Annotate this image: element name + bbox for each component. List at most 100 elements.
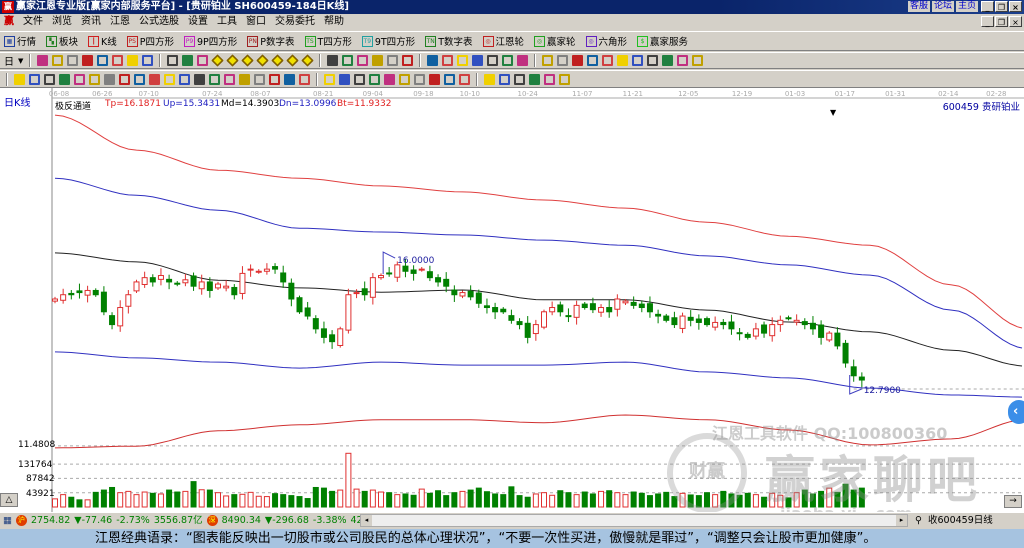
forum-link[interactable]: 论坛 bbox=[931, 1, 954, 12]
drawing-tool-icon[interactable] bbox=[29, 73, 40, 85]
drawing-tool-icon[interactable] bbox=[387, 55, 399, 66]
drawing-tool-icon[interactable] bbox=[59, 73, 70, 85]
drawing-tool-icon[interactable] bbox=[484, 73, 495, 85]
drawing-tool-icon[interactable] bbox=[517, 55, 529, 66]
horizontal-scrollbar[interactable]: ◂ ▸ bbox=[360, 514, 908, 527]
collapse-sidebar-button[interactable]: ‹ bbox=[1008, 400, 1024, 424]
drawing-tool-icon[interactable] bbox=[457, 55, 469, 66]
menu-help[interactable]: 帮助 bbox=[324, 14, 344, 30]
drawing-tool-icon[interactable] bbox=[149, 73, 160, 85]
menu-tools[interactable]: 工具 bbox=[217, 14, 237, 30]
menu-window[interactable]: 窗口 bbox=[246, 14, 266, 30]
drawing-tool-icon[interactable] bbox=[44, 73, 55, 85]
customer-service-link[interactable]: 客服 bbox=[907, 1, 930, 12]
drawing-tool-icon[interactable] bbox=[442, 55, 454, 66]
close-button[interactable]: × bbox=[1009, 1, 1022, 12]
drawing-tool-icon[interactable] bbox=[74, 73, 85, 85]
drawing-tool-icon[interactable] bbox=[194, 73, 205, 85]
drawing-tool-icon[interactable] bbox=[557, 55, 569, 66]
chevron-down-icon[interactable]: ▼ bbox=[18, 57, 23, 65]
scroll-left-icon[interactable]: ◂ bbox=[361, 515, 372, 526]
drawing-tool-icon[interactable] bbox=[179, 73, 190, 85]
drawing-tool-icon[interactable] bbox=[542, 55, 554, 66]
child-restore-button[interactable]: ❐ bbox=[995, 16, 1008, 27]
drawing-tool-icon[interactable] bbox=[324, 73, 335, 85]
drawing-tool-icon[interactable] bbox=[647, 55, 659, 66]
drawing-tool-icon[interactable] bbox=[112, 55, 124, 66]
drawing-tool-icon[interactable] bbox=[487, 55, 499, 66]
toolbar-button-0[interactable]: ▦ 行情 bbox=[4, 34, 36, 48]
drawing-tool-icon[interactable] bbox=[459, 73, 470, 85]
drawing-tool-icon[interactable] bbox=[472, 55, 484, 66]
child-minimize-button[interactable]: _ bbox=[981, 16, 994, 27]
drawing-tool-icon[interactable] bbox=[617, 55, 629, 66]
menu-info[interactable]: 资讯 bbox=[81, 14, 101, 30]
drawing-tool-icon[interactable] bbox=[197, 55, 209, 66]
drawing-tool-icon[interactable] bbox=[384, 73, 395, 85]
menu-browse[interactable]: 浏览 bbox=[52, 14, 72, 30]
drawing-tool-icon[interactable] bbox=[301, 54, 315, 67]
drawing-tool-icon[interactable] bbox=[239, 73, 250, 85]
drawing-tool-icon[interactable] bbox=[241, 54, 255, 67]
drawing-tool-icon[interactable] bbox=[544, 73, 555, 85]
menu-formula[interactable]: 公式选股 bbox=[139, 14, 179, 30]
drawing-tool-icon[interactable] bbox=[284, 73, 295, 85]
drawing-tool-icon[interactable] bbox=[82, 55, 94, 66]
drawing-tool-icon[interactable] bbox=[354, 73, 365, 85]
drawing-tool-icon[interactable] bbox=[502, 55, 514, 66]
drawing-tool-icon[interactable] bbox=[97, 55, 109, 66]
drawing-tool-icon[interactable] bbox=[37, 55, 49, 66]
period-selector[interactable]: 日 bbox=[4, 53, 14, 68]
toolbar-button-8[interactable]: TN T数字表 bbox=[425, 34, 473, 48]
arrow-right-button[interactable]: → bbox=[1004, 495, 1022, 508]
drawing-tool-icon[interactable] bbox=[444, 73, 455, 85]
drawing-tool-icon[interactable] bbox=[224, 73, 235, 85]
drawing-tool-icon[interactable] bbox=[572, 55, 584, 66]
menu-trade[interactable]: 交易委托 bbox=[275, 14, 315, 30]
drawing-tool-icon[interactable] bbox=[67, 55, 79, 66]
drawing-tool-icon[interactable] bbox=[52, 55, 64, 66]
drawing-tool-icon[interactable] bbox=[429, 73, 440, 85]
drawing-tool-icon[interactable] bbox=[692, 55, 704, 66]
drawing-tool-icon[interactable] bbox=[211, 54, 225, 67]
drawing-tool-icon[interactable] bbox=[271, 54, 285, 67]
drawing-tool-icon[interactable] bbox=[14, 73, 25, 85]
drawing-tool-icon[interactable] bbox=[399, 73, 410, 85]
toolbar-button-10[interactable]: ◎ 赢家轮 bbox=[534, 34, 576, 48]
expand-panel-button[interactable]: △ bbox=[0, 493, 18, 507]
menu-settings[interactable]: 设置 bbox=[188, 14, 208, 30]
toolbar-button-2[interactable]: ┃ K线 bbox=[88, 34, 117, 48]
toolbar-button-6[interactable]: TS T四方形 bbox=[304, 34, 352, 48]
scroll-right-icon[interactable]: ▸ bbox=[896, 515, 907, 526]
drawing-tool-icon[interactable] bbox=[427, 55, 439, 66]
toolbar-button-4[interactable]: P9 9P四方形 bbox=[184, 34, 237, 48]
toolbar-button-1[interactable]: ▚ 板块 bbox=[46, 34, 78, 48]
drawing-tool-icon[interactable] bbox=[167, 55, 179, 66]
toolbar-button-9[interactable]: ◎ 江恩轮 bbox=[482, 34, 524, 48]
drawing-tool-icon[interactable] bbox=[559, 73, 570, 85]
drawing-tool-icon[interactable] bbox=[164, 73, 175, 85]
menu-file[interactable]: 文件 bbox=[23, 14, 43, 30]
drawing-tool-icon[interactable] bbox=[662, 55, 674, 66]
minimize-button[interactable]: _ bbox=[981, 1, 994, 12]
menu-gann[interactable]: 江恩 bbox=[110, 14, 130, 30]
drawing-tool-icon[interactable] bbox=[286, 54, 300, 67]
drawing-tool-icon[interactable] bbox=[127, 55, 139, 66]
drawing-tool-icon[interactable] bbox=[414, 73, 425, 85]
drawing-tool-icon[interactable] bbox=[339, 73, 350, 85]
drawing-tool-icon[interactable] bbox=[134, 73, 145, 85]
drawing-tool-icon[interactable] bbox=[254, 73, 265, 85]
toolbar-button-11[interactable]: ◎ 六角形 bbox=[585, 34, 627, 48]
drawing-tool-icon[interactable] bbox=[602, 55, 614, 66]
toolbar-button-5[interactable]: PN P数字表 bbox=[247, 34, 295, 48]
drawing-tool-icon[interactable] bbox=[587, 55, 599, 66]
drawing-tool-icon[interactable] bbox=[342, 55, 354, 66]
drawing-tool-icon[interactable] bbox=[402, 55, 414, 66]
drawing-tool-icon[interactable] bbox=[256, 54, 270, 67]
child-close-button[interactable]: × bbox=[1009, 16, 1022, 27]
toolbar-button-7[interactable]: T9 9T四方形 bbox=[361, 34, 415, 48]
drawing-tool-icon[interactable] bbox=[104, 73, 115, 85]
drawing-tool-icon[interactable] bbox=[677, 55, 689, 66]
drawing-tool-icon[interactable] bbox=[89, 73, 100, 85]
toolbar-button-3[interactable]: PS P四方形 bbox=[126, 34, 174, 48]
